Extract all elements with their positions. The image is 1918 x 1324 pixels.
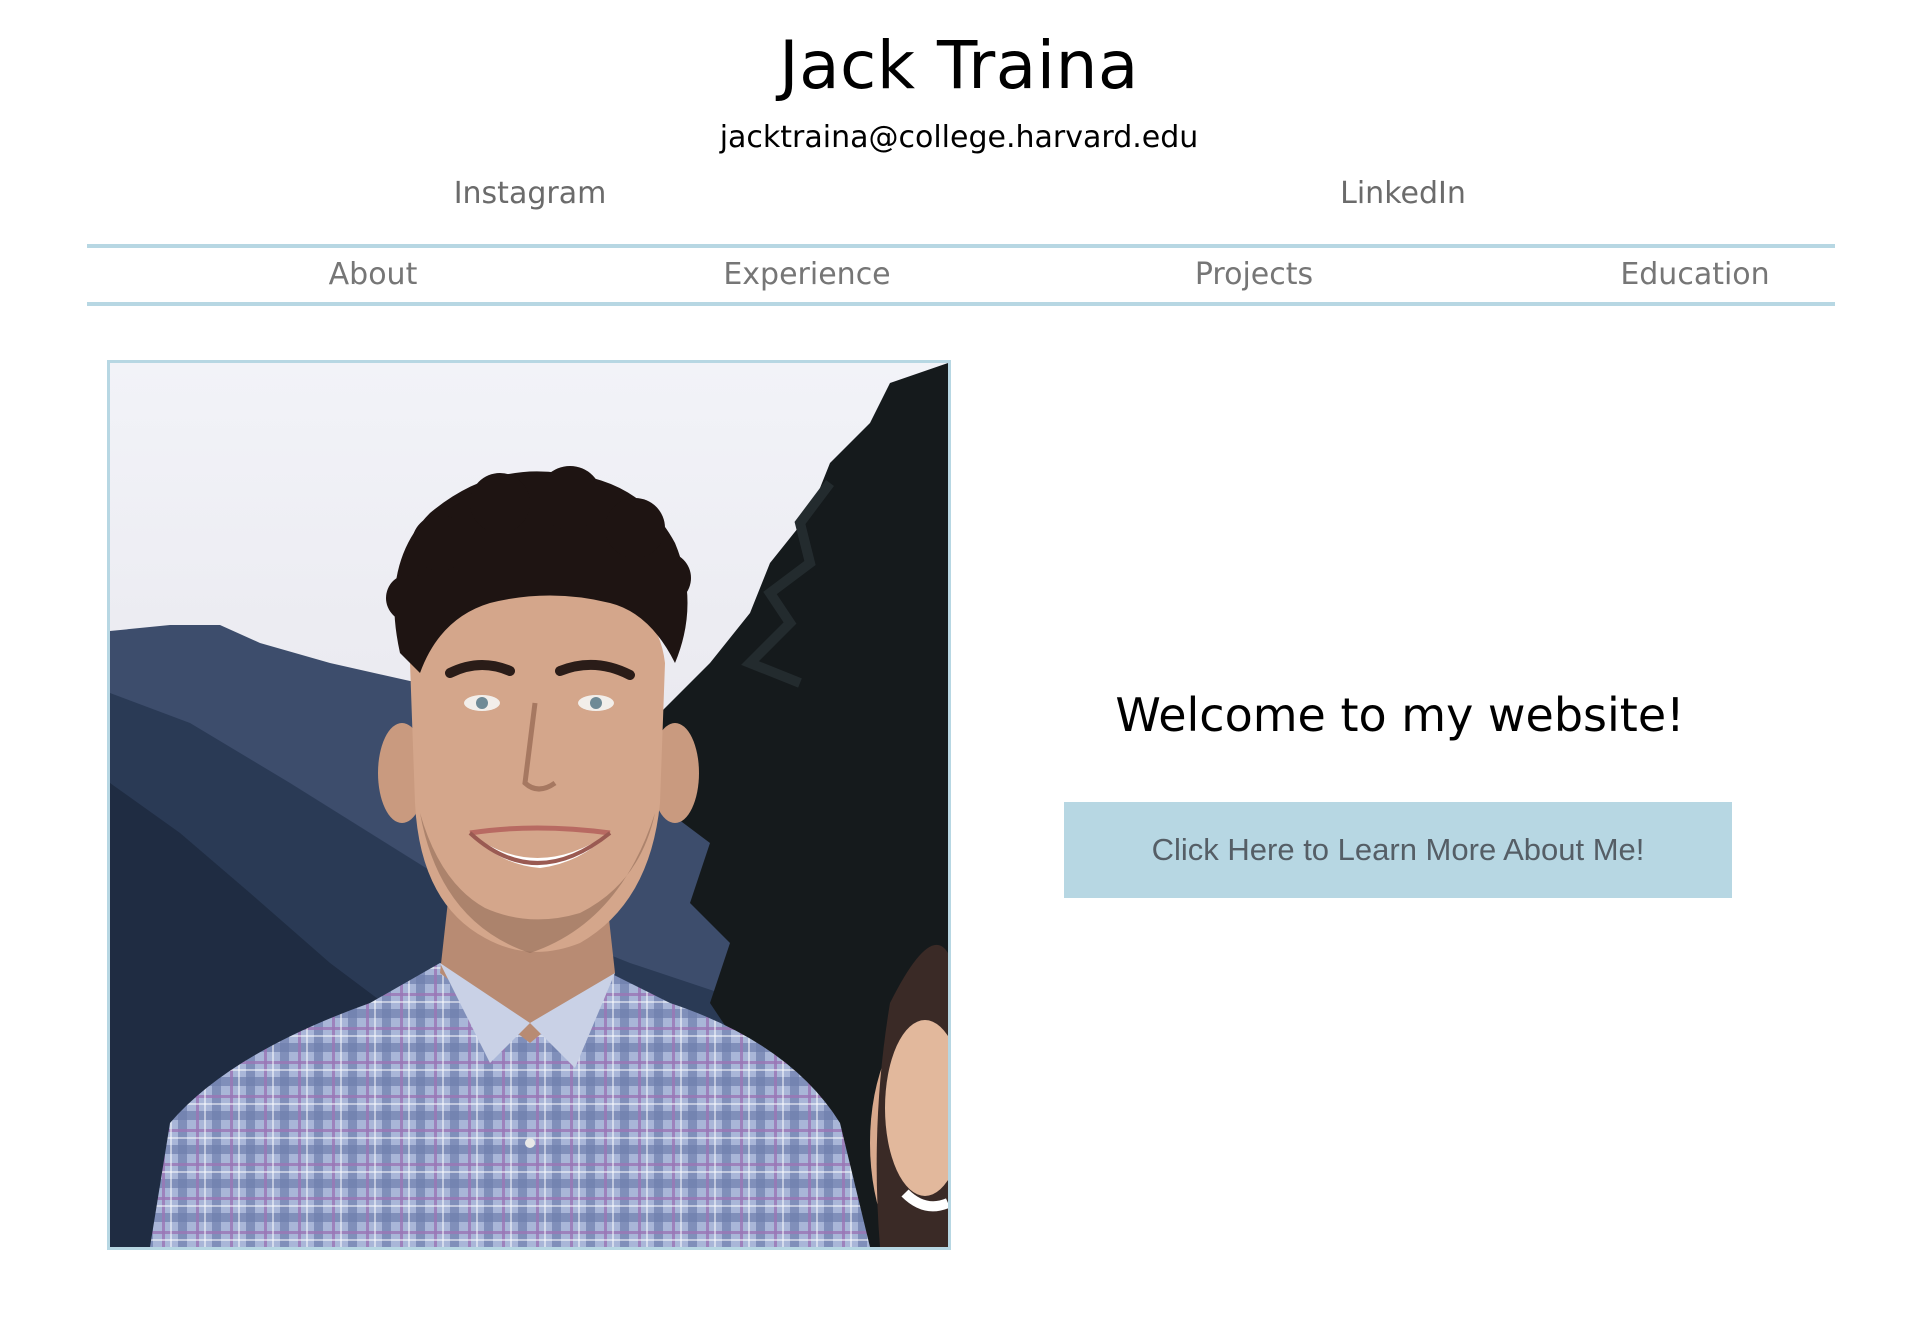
linkedin-link[interactable]: LinkedIn <box>1203 172 1603 216</box>
nav-about[interactable]: About <box>173 248 573 302</box>
main-nav: About Experience Projects Education <box>87 244 1835 306</box>
profile-photo-illustration <box>110 363 948 1247</box>
social-links: Instagram LinkedIn <box>0 172 1918 216</box>
welcome-heading: Welcome to my website! <box>1115 688 1685 742</box>
profile-photo <box>107 360 951 1250</box>
instagram-link[interactable]: Instagram <box>330 172 730 216</box>
learn-more-button[interactable]: Click Here to Learn More About Me! <box>1064 802 1732 898</box>
nav-education[interactable]: Education <box>1495 248 1895 302</box>
nav-experience[interactable]: Experience <box>607 248 1007 302</box>
email-address[interactable]: jacktraina@college.harvard.edu <box>0 118 1918 158</box>
nav-projects[interactable]: Projects <box>1054 248 1454 302</box>
site-title: Jack Traina <box>779 27 1139 104</box>
